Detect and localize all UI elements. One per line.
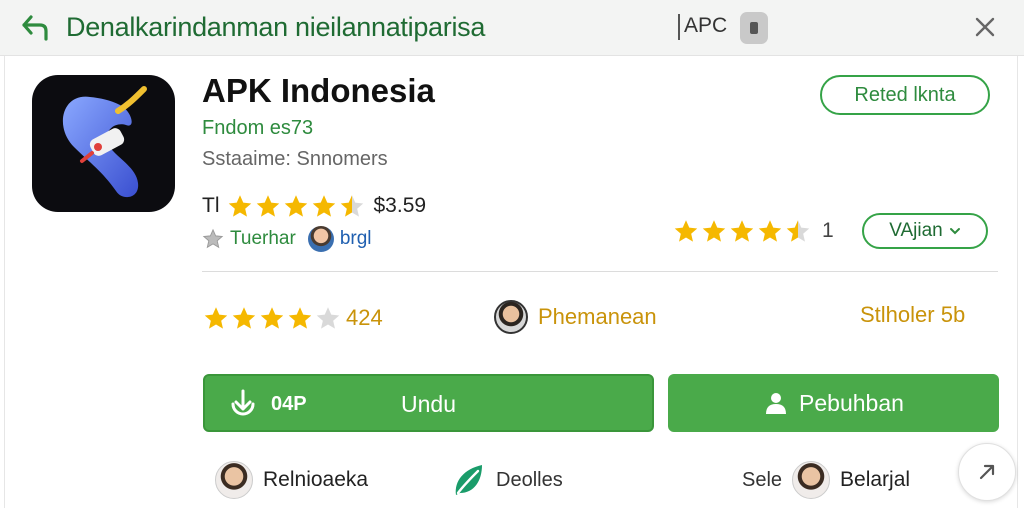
share-button[interactable]	[958, 443, 1016, 501]
download-button[interactable]: 04P Undu	[203, 374, 654, 432]
stat-downloads: Stlholer 5b	[860, 302, 966, 327]
tag-label[interactable]: Tuerhar	[230, 228, 296, 250]
arrow-icon	[979, 464, 995, 480]
stat-publisher[interactable]: Phemanean	[494, 300, 657, 334]
star-icon	[340, 194, 363, 217]
star-icon	[674, 219, 698, 242]
bottom-nav: Relnioaeka Deolles Sele Belarjal	[0, 456, 1024, 502]
rating-row: Tl $3.59	[202, 192, 426, 220]
star-icon	[256, 194, 279, 217]
developer-link[interactable]: Fndom es73	[202, 117, 313, 140]
bottom-item-1[interactable]: Relnioaeka	[215, 460, 368, 500]
avatar	[792, 461, 831, 499]
avatar	[215, 461, 253, 499]
lock-icon[interactable]	[740, 12, 768, 44]
star-icon	[260, 306, 284, 329]
update-label: Pebuhban	[799, 389, 904, 416]
rating-prefix: Tl	[202, 194, 220, 217]
app-category: Sstaaime: Snnomers	[202, 148, 388, 170]
avatar	[494, 300, 528, 334]
star-icon	[316, 306, 340, 329]
rating-count: 1	[822, 219, 834, 242]
tag-row: Tuerhar brgl	[202, 226, 372, 252]
back-arrow-icon[interactable]	[20, 13, 50, 43]
star-outline-icon	[202, 228, 224, 249]
download-label: Undu	[401, 391, 456, 417]
bottom-item-1-label: Relnioaeka	[263, 468, 369, 491]
bottom-item-3-label: Belarjal	[840, 468, 911, 491]
tag-user[interactable]: brgl	[340, 228, 372, 250]
close-icon[interactable]	[972, 14, 998, 40]
star-icon	[730, 219, 754, 242]
star-icon	[204, 306, 228, 329]
update-button[interactable]: Pebuhban	[668, 374, 999, 432]
bottom-item-3[interactable]: Sele Belarjal	[742, 460, 910, 500]
section-divider	[202, 271, 998, 272]
stat-rating-value: 424	[346, 305, 383, 330]
bottom-item-2-label: Deolles	[496, 468, 563, 491]
chevron-down-icon	[949, 228, 960, 235]
star-icon	[702, 219, 726, 242]
price-label: $3.59	[373, 194, 427, 217]
divider	[678, 14, 680, 40]
rated-button[interactable]: Reted lknta	[820, 75, 990, 115]
leaf-icon	[455, 465, 482, 495]
star-icon	[284, 194, 307, 217]
star-icon	[288, 306, 312, 329]
app-name: APK Indonesia	[202, 72, 435, 109]
person-icon	[766, 393, 787, 414]
avatar	[307, 226, 334, 252]
star-rating-right	[672, 218, 812, 245]
page-title: Denalkarindanman nieilannatiparisa	[66, 12, 486, 42]
app-logo-icon	[32, 75, 175, 212]
star-icon	[758, 219, 782, 242]
bottom-item-2[interactable]: Deolles	[450, 460, 563, 500]
stat-publisher-label: Phemanean	[538, 304, 657, 329]
bottom-item-3-prefix: Sele	[742, 468, 783, 491]
star-rating-stat	[202, 305, 342, 332]
star-icon	[312, 194, 335, 217]
version-select-label: VAjian	[889, 220, 943, 241]
top-bar: Denalkarindanman nieilannatiparisa APC	[0, 0, 1024, 56]
stat-rating: 424	[202, 302, 383, 334]
star-icon	[786, 219, 810, 242]
star-rating	[226, 193, 366, 220]
version-select[interactable]: VAjian	[862, 213, 988, 249]
star-icon	[228, 194, 251, 217]
rating-summary: 1	[672, 216, 834, 246]
star-icon	[232, 306, 256, 329]
header-tag: APC	[684, 14, 728, 37]
